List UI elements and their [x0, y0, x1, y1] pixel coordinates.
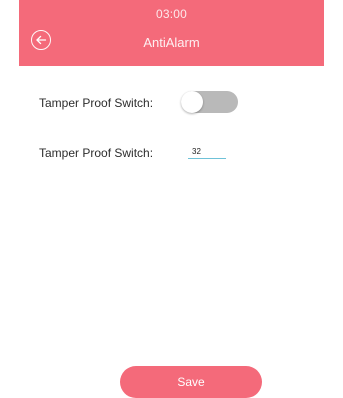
status-time: 03:00 — [155, 7, 188, 21]
save-button[interactable]: Save — [120, 366, 262, 398]
tamper-value-label: Tamper Proof Switch: — [39, 146, 154, 160]
tamper-switch-toggle[interactable] — [181, 91, 238, 113]
tamper-value-input[interactable] — [188, 145, 226, 159]
toggle-knob — [181, 91, 203, 113]
tamper-switch-label: Tamper Proof Switch: — [39, 96, 154, 110]
page-title: AntiAlarm — [143, 35, 200, 50]
app-header: 03:00 AntiAlarm — [19, 0, 324, 66]
